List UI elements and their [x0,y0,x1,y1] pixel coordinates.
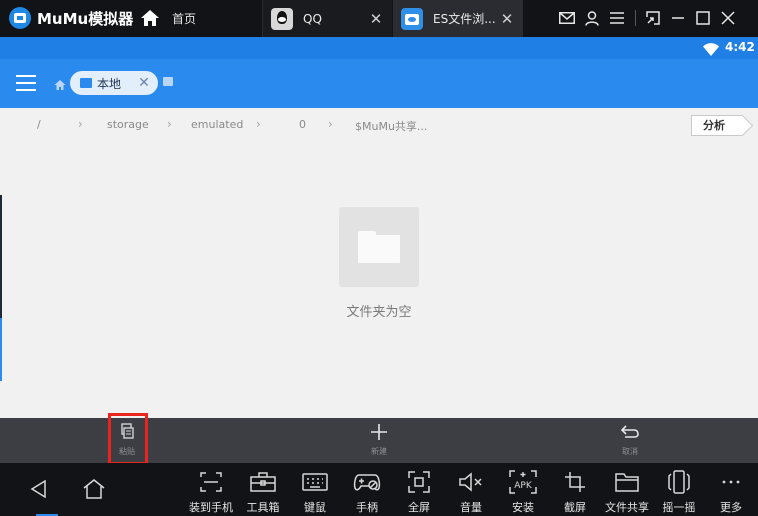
apk-install-label: 安装 [512,501,534,514]
divider [635,10,636,26]
volume-button[interactable]: 音量 [445,467,497,515]
toolbox-icon [237,469,289,495]
close-icon[interactable]: ✕ [134,75,154,91]
gamepad-label: 手柄 [356,501,378,514]
chevron-right-icon: › [167,117,172,131]
tab-es-label: ES文件浏... [433,12,496,26]
undo-icon [600,423,660,441]
fullscreen-label: 全屏 [408,501,430,514]
toolbox-button[interactable]: 工具箱 [237,467,289,515]
user-icon[interactable] [581,8,603,28]
tab-es-file-explorer[interactable]: ES文件浏... ✕ [393,0,523,37]
shake-label: 摇一摇 [662,501,696,514]
install-to-phone-label: 装到手机 [189,501,233,514]
tab-qq[interactable]: QQ ✕ [262,0,392,37]
mail-icon[interactable] [556,8,578,28]
close-icon[interactable]: ✕ [366,10,386,28]
file-share-icon [601,469,653,495]
breadcrumb-item-0[interactable]: 0 [299,118,306,131]
keyboard-mouse-button[interactable]: 键鼠 [289,467,341,515]
keyboard-mouse-icon [289,469,341,495]
folder-icon [358,231,400,263]
hamburger-menu-icon[interactable] [16,75,36,91]
file-list-area: 文件夹为空 [0,142,758,418]
home-icon[interactable] [82,478,106,504]
gamepad-icon [341,469,393,495]
menu-lines-icon[interactable] [606,8,628,28]
cancel-label: 取消 [622,447,638,456]
home-icon[interactable] [54,76,66,95]
empty-folder-placeholder [339,207,419,287]
breadcrumb-item-root[interactable]: / [37,118,41,131]
location-chip-label: 本地 [97,76,122,91]
plus-icon [349,423,409,441]
es-file-explorer-icon [401,7,423,30]
shake-icon [653,469,705,495]
wifi-icon [703,41,719,60]
empty-folder-message: 文件夹为空 [346,305,412,320]
window-list-icon[interactable] [163,77,173,86]
home-icon [140,8,160,28]
chevron-right-icon: › [256,117,261,131]
window-controls [556,8,742,28]
maximize-icon[interactable] [692,8,714,28]
app-title: MuMu模拟器 [37,9,134,28]
file-share-button[interactable]: 文件共享 [601,467,653,515]
more-button[interactable]: 更多 [705,467,757,515]
toolbox-label: 工具箱 [246,501,280,514]
new-label: 新建 [371,447,387,456]
highlight-box [108,413,148,465]
android-status-bar: 4:42 [0,37,758,59]
back-icon[interactable] [30,479,48,502]
fullscreen-icon [393,469,445,495]
cancel-button[interactable]: 取消 [600,418,660,463]
breadcrumb-item-mumu-share[interactable]: $MuMu共享... [355,118,427,134]
mumu-logo-icon [9,7,31,29]
analyze-button[interactable]: 分析 [691,115,743,136]
location-chip-local[interactable]: 本地 ✕ [70,71,158,95]
keyboard-mouse-label: 键鼠 [304,501,326,514]
gamepad-button[interactable]: 手柄 [341,467,393,515]
apk-install-button[interactable]: APK 安装 [497,467,549,515]
screenshot-label: 截屏 [564,501,586,514]
home-tab[interactable]: 首页 [140,6,196,30]
emulator-title-bar: MuMu模拟器 首页 QQ ✕ ES文件浏... ✕ [0,0,758,37]
app-toolbar: 本地 ✕ [0,59,758,108]
tab-qq-label: QQ [303,11,322,26]
volume-icon [445,469,497,495]
emulator-bottom-toolbar: 装到手机 工具箱 键鼠 手柄 全屏 音量 APK 安装 截屏 文件共享 摇一摇 … [0,463,758,516]
file-share-label: 文件共享 [605,501,649,514]
screenshot-button[interactable]: 截屏 [549,467,601,515]
apk-install-icon: APK [497,469,549,495]
more-icon [705,469,757,495]
device-icon [80,78,92,88]
breadcrumb: / › storage › emulated › 0 › $MuMu共享... … [0,108,758,142]
minimize-icon[interactable] [667,8,689,28]
app-brand: MuMu模拟器 [9,7,133,29]
window-pin-icon[interactable] [642,8,664,28]
screenshot-icon [549,469,601,495]
breadcrumb-item-emulated[interactable]: emulated [191,118,243,131]
breadcrumb-item-storage[interactable]: storage [107,118,149,131]
home-tab-label: 首页 [172,11,197,26]
shake-button[interactable]: 摇一摇 [653,467,705,515]
install-to-phone-icon [185,469,237,495]
svg-text:APK: APK [514,481,533,491]
close-icon[interactable]: ✕ [497,10,517,28]
more-label: 更多 [720,501,742,514]
status-clock: 4:42 [725,40,755,54]
install-to-phone-button[interactable]: 装到手机 [185,467,237,515]
new-button[interactable]: 新建 [349,418,409,463]
chevron-right-icon: › [328,117,333,131]
chevron-right-icon: › [78,117,83,131]
left-edge-accent [0,318,2,381]
qq-icon [271,7,293,30]
fullscreen-button[interactable]: 全屏 [393,467,445,515]
close-window-icon[interactable] [717,8,739,28]
volume-label: 音量 [460,501,482,514]
